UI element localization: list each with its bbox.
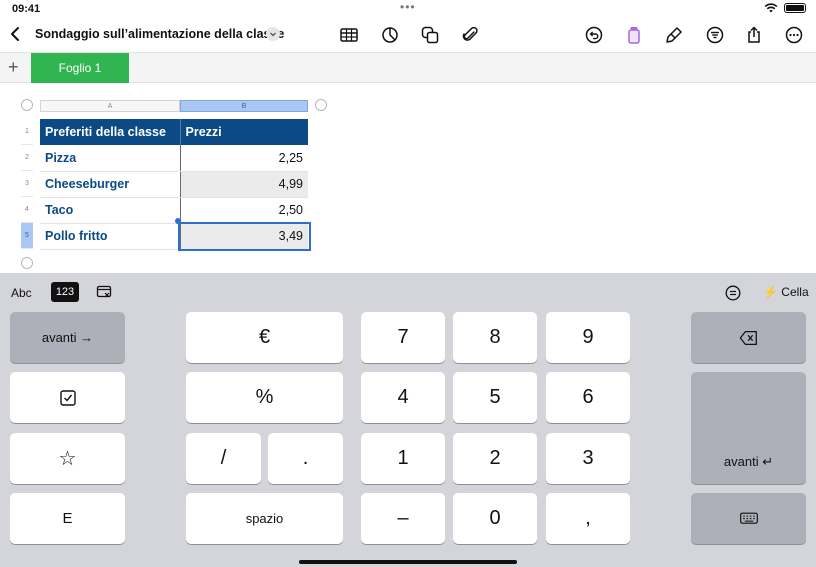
digit-8-key[interactable]: 8 <box>453 312 537 363</box>
paperclip-icon[interactable] <box>460 25 480 45</box>
next-right-key[interactable]: avanti → <box>10 312 125 363</box>
table-header-row: Preferiti della classe Prezzi <box>40 119 308 145</box>
percent-key[interactable]: % <box>186 372 343 423</box>
wifi-icon <box>764 3 778 13</box>
add-column-handle[interactable] <box>315 99 327 111</box>
hide-keyboard-key[interactable] <box>691 493 806 544</box>
digit-5-key[interactable]: 5 <box>453 372 537 423</box>
sheet-canvas: A B 1 2 3 4 5 Preferiti della classe Pre… <box>0 83 816 273</box>
euro-key[interactable]: € <box>186 312 343 363</box>
table-row: Cheeseburger 4,99 <box>40 171 308 198</box>
cell-price[interactable]: 2,50 <box>180 197 308 224</box>
document-title[interactable]: Sondaggio sull’alimentazione della class… <box>35 27 284 41</box>
digit-0-key[interactable]: 0 <box>453 493 537 544</box>
cell-mode-button[interactable]: ⚡ Cella <box>763 285 809 299</box>
minus-key[interactable]: – <box>361 493 445 544</box>
header-cell-prezzi[interactable]: Prezzi <box>180 119 308 145</box>
cell-price[interactable]: 4,99 <box>180 171 308 198</box>
digit-1-key[interactable]: 1 <box>361 433 445 484</box>
paintbrush-icon[interactable] <box>664 25 684 45</box>
header-cell-preferiti[interactable]: Preferiti della classe <box>40 119 181 145</box>
cell-selection-outline <box>178 222 311 251</box>
row-header-5[interactable]: 5 <box>21 223 33 249</box>
keyboard-abc-tab[interactable]: Abc <box>11 286 32 300</box>
multitasking-dots[interactable]: ••• <box>400 0 416 14</box>
cell-mode-label: Cella <box>781 285 809 299</box>
digit-6-key[interactable]: 6 <box>546 372 630 423</box>
chart-icon[interactable] <box>380 25 400 45</box>
home-indicator[interactable] <box>299 560 517 564</box>
checkbox-key[interactable] <box>10 372 125 423</box>
keyboard-dismiss-icon <box>739 512 758 524</box>
row-header-1[interactable]: 1 <box>21 119 33 145</box>
column-header-a[interactable]: A <box>40 100 180 112</box>
add-sheet-button[interactable]: + <box>8 57 19 77</box>
status-indicators <box>764 3 806 13</box>
cell-item[interactable]: Pizza <box>40 145 181 172</box>
checkbox-icon <box>59 389 76 406</box>
numeric-keyboard: Abc 123 ⚡ Cella avanti → ☆ E € % / . spa… <box>0 273 816 567</box>
shape-icon[interactable] <box>420 25 440 45</box>
keyboard-123-tab[interactable]: 123 <box>51 282 79 302</box>
row-header-bar: 1 2 3 4 5 <box>21 119 33 249</box>
toolbar: Sondaggio sull’alimentazione della class… <box>0 18 816 52</box>
column-header-b[interactable]: B <box>180 100 308 112</box>
slash-key[interactable]: / <box>186 433 261 484</box>
table-row: Taco 2,50 <box>40 197 308 224</box>
status-time: 09:41 <box>12 3 41 15</box>
next-enter-key[interactable]: avanti ↵ <box>691 372 806 484</box>
table-row: Pizza 2,25 <box>40 145 308 172</box>
digit-7-key[interactable]: 7 <box>361 312 445 363</box>
add-row-handle[interactable] <box>21 257 33 269</box>
digit-2-key[interactable]: 2 <box>453 433 537 484</box>
format-options-icon[interactable] <box>725 285 741 301</box>
tab-foglio-1[interactable]: Foglio 1 <box>31 53 129 83</box>
column-header-bar: A B <box>40 100 308 112</box>
date-time-keyboard-icon[interactable] <box>96 284 112 300</box>
star-rating-key[interactable]: ☆ <box>10 433 125 484</box>
cell-item[interactable]: Cheeseburger <box>40 171 181 198</box>
digit-3-key[interactable]: 3 <box>546 433 630 484</box>
e-key[interactable]: E <box>10 493 125 544</box>
battery-icon <box>784 3 806 13</box>
undo-icon[interactable] <box>584 25 604 45</box>
more-icon[interactable] <box>784 25 804 45</box>
delete-key[interactable] <box>691 312 806 363</box>
chevron-down-icon[interactable] <box>266 27 280 41</box>
digit-4-key[interactable]: 4 <box>361 372 445 423</box>
row-header-4[interactable]: 4 <box>21 197 33 223</box>
cell-item[interactable]: Taco <box>40 197 181 224</box>
dot-key[interactable]: . <box>268 433 343 484</box>
back-chevron-icon[interactable] <box>6 24 24 44</box>
cell-item[interactable]: Pollo fritto <box>40 223 181 250</box>
comma-key[interactable]: , <box>546 493 630 544</box>
organize-icon[interactable] <box>705 25 725 45</box>
row-header-3[interactable]: 3 <box>21 171 33 197</box>
row-header-2[interactable]: 2 <box>21 145 33 171</box>
share-icon[interactable] <box>744 25 764 45</box>
status-bar: 09:41 ••• <box>0 0 816 18</box>
cell-price[interactable]: 2,25 <box>180 145 308 172</box>
space-key[interactable]: spazio <box>186 493 343 544</box>
digit-9-key[interactable]: 9 <box>546 312 630 363</box>
format-brush-icon[interactable] <box>624 25 644 45</box>
table-icon[interactable] <box>339 25 359 45</box>
selection-drag-handle[interactable] <box>175 218 181 224</box>
delete-backspace-icon <box>739 330 757 345</box>
table-select-handle[interactable] <box>21 99 33 111</box>
sheet-tab-bar: + Foglio 1 <box>0 52 816 83</box>
